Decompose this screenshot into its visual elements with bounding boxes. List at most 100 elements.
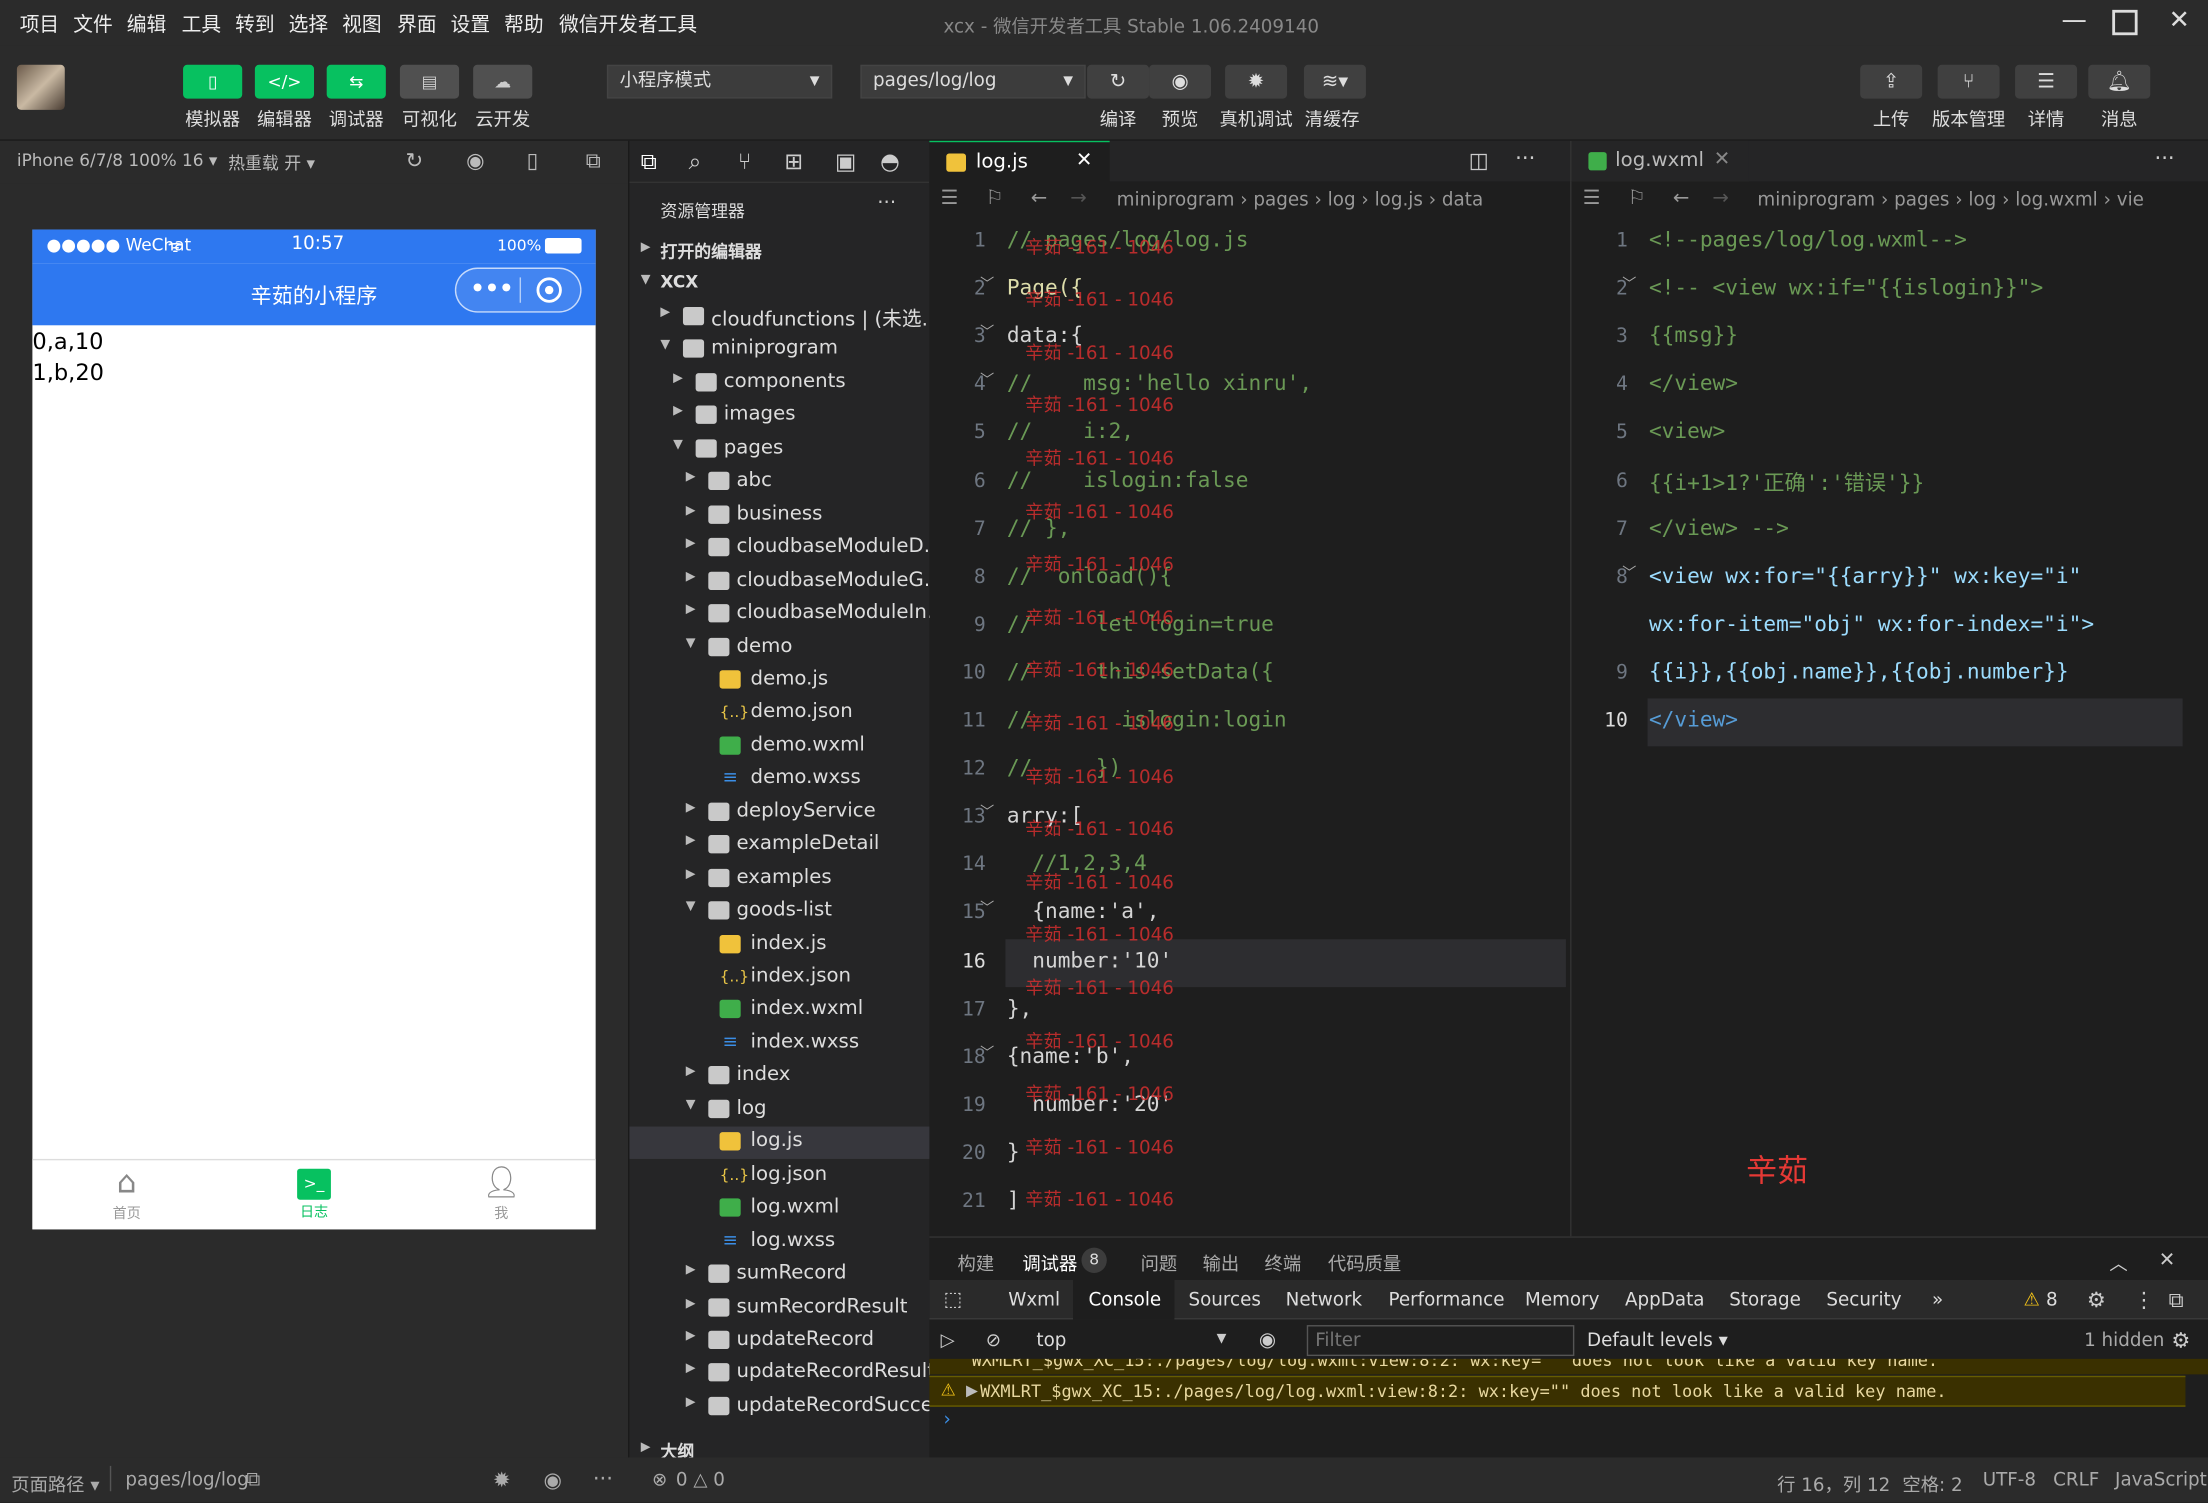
close-tab-icon[interactable]: ✕ bbox=[1714, 148, 1731, 171]
problems-icon[interactable]: ⊗ bbox=[652, 1470, 667, 1491]
phone-icon[interactable]: ▯ bbox=[527, 148, 539, 173]
language-mode[interactable]: JavaScript bbox=[2115, 1470, 2207, 1491]
encoding[interactable]: UTF-8 bbox=[1983, 1470, 2036, 1491]
avatar[interactable] bbox=[16, 64, 65, 110]
tree-item[interactable]: ▼ goods-list bbox=[629, 896, 930, 928]
console-prompt-icon[interactable]: › bbox=[943, 1410, 950, 1431]
tree-item[interactable]: ▼ pages bbox=[629, 433, 930, 465]
tree-item[interactable]: {..} index.json bbox=[629, 962, 930, 994]
sidebar-toggle-icon[interactable]: ▷ bbox=[941, 1331, 955, 1352]
open-editors-section[interactable]: ▶ 打开的编辑器 bbox=[629, 237, 930, 269]
tree-item[interactable]: ▶ updateRecordSuccess bbox=[629, 1391, 931, 1423]
tree-item[interactable]: ▶ examples bbox=[629, 863, 930, 895]
more-icon[interactable]: ••• bbox=[470, 275, 513, 302]
menu-interface[interactable]: 界面 bbox=[397, 10, 436, 38]
tree-item[interactable]: ▼ log bbox=[629, 1094, 930, 1126]
close-tab-icon[interactable]: ✕ bbox=[1076, 149, 1093, 172]
list-icon[interactable]: ☰ bbox=[1583, 187, 1601, 210]
tab-log-js[interactable]: log.js ✕ bbox=[929, 140, 1110, 184]
forward-icon[interactable]: → bbox=[1712, 187, 1729, 210]
menu-help[interactable]: 帮助 bbox=[504, 10, 543, 38]
devtab-storage[interactable]: Storage bbox=[1729, 1290, 1801, 1311]
tree-item[interactable]: ≡ demo.wxss bbox=[629, 764, 930, 796]
menu-view[interactable]: 视图 bbox=[342, 10, 381, 38]
more-icon[interactable]: ··· bbox=[1515, 145, 1535, 170]
tree-item[interactable]: ▶ components bbox=[629, 367, 930, 399]
close-miniprogram-icon[interactable] bbox=[536, 277, 562, 303]
close-panel-icon[interactable]: ✕ bbox=[2159, 1249, 2176, 1272]
bookmark-icon[interactable]: ⚐ bbox=[986, 187, 1004, 210]
device-select[interactable]: iPhone 6/7/8 100% 16 ▾ bbox=[17, 151, 217, 171]
line-ending[interactable]: CRLF bbox=[2053, 1470, 2099, 1491]
rotate-icon[interactable]: ↻ bbox=[406, 148, 424, 173]
details-button[interactable]: ☰ bbox=[2015, 64, 2078, 99]
clear-console-icon[interactable]: ⊘ bbox=[986, 1331, 1001, 1352]
remote-debug-button[interactable]: ✹ bbox=[1225, 64, 1288, 99]
breadcrumb-item[interactable]: log bbox=[1968, 190, 1996, 211]
tree-item[interactable]: ▶ cloudbaseModuleG... bbox=[629, 566, 931, 598]
tree-item[interactable]: log.wxml bbox=[629, 1193, 930, 1225]
cloud-dev-button[interactable]: ☁ bbox=[473, 64, 533, 99]
fold-icon[interactable]: ﹀ bbox=[980, 800, 994, 821]
list-icon[interactable]: ☰ bbox=[941, 187, 959, 210]
js-editor[interactable]: 1// pages/log/log.js 2 Page({﹀ 3 data:{﹀ 4// … bbox=[929, 221, 1571, 1237]
version-button[interactable]: ⑂ bbox=[1937, 64, 2000, 99]
tree-item[interactable]: ▶ images bbox=[629, 400, 930, 432]
breadcrumb-item[interactable]: vie bbox=[2117, 190, 2144, 211]
upload-button[interactable]: ⇪ bbox=[1860, 64, 1923, 99]
breadcrumb-item[interactable]: pages bbox=[1253, 190, 1308, 211]
menu-goto[interactable]: 转到 bbox=[235, 10, 274, 38]
editor-toggle-button[interactable]: </> bbox=[254, 64, 315, 99]
visual-toggle-button[interactable]: ▤ bbox=[399, 64, 460, 99]
fold-icon[interactable]: ﹀ bbox=[980, 272, 994, 293]
tree-item[interactable]: ▼ miniprogram bbox=[629, 334, 930, 366]
console-filter-input[interactable] bbox=[1306, 1325, 1575, 1357]
tree-item[interactable]: ▶ sumRecord bbox=[629, 1259, 930, 1291]
menu-wechat-devtools[interactable]: 微信开发者工具 bbox=[559, 10, 697, 38]
tab-output[interactable]: 输出 bbox=[1203, 1249, 1240, 1276]
breadcrumb-item[interactable]: miniprogram bbox=[1757, 190, 1875, 211]
back-icon[interactable]: ← bbox=[1031, 187, 1048, 210]
breadcrumb-item[interactable]: data bbox=[1442, 190, 1483, 211]
extensions-icon[interactable]: ⊞ bbox=[784, 148, 803, 175]
tab-debugger[interactable]: 调试器 bbox=[1022, 1249, 1077, 1276]
more-icon[interactable]: ··· bbox=[2154, 145, 2174, 170]
mode-select[interactable]: 小程序模式 ▼ bbox=[606, 64, 833, 99]
docker-icon[interactable]: ◓ bbox=[880, 148, 900, 175]
tree-item[interactable]: ▼ demo bbox=[629, 632, 930, 664]
clear-cache-button[interactable]: ≋▾ bbox=[1303, 64, 1366, 99]
tree-item[interactable]: ▶ abc bbox=[629, 466, 930, 498]
breadcrumb-item[interactable]: log.wxml bbox=[2015, 190, 2097, 211]
maximize-icon[interactable] bbox=[2112, 9, 2138, 36]
minimize-icon[interactable]: — bbox=[2062, 6, 2087, 36]
window-icon[interactable]: ⧉ bbox=[586, 148, 601, 173]
gear-icon[interactable]: ⚙ bbox=[2087, 1287, 2106, 1312]
menu-file[interactable]: 文件 bbox=[73, 10, 112, 38]
tree-item[interactable]: ▶ cloudbaseModuleD... bbox=[629, 532, 931, 564]
more-icon[interactable]: ··· bbox=[877, 192, 896, 215]
menu-project[interactable]: 项目 bbox=[20, 10, 59, 38]
copy-icon[interactable]: ⧉ bbox=[246, 1469, 260, 1492]
tab-terminal[interactable]: 终端 bbox=[1265, 1249, 1302, 1276]
menu-select[interactable]: 选择 bbox=[289, 10, 328, 38]
chevron-up-icon[interactable]: ︿ bbox=[2109, 1249, 2127, 1276]
devtab-network[interactable]: Network bbox=[1286, 1290, 1362, 1311]
tree-item[interactable]: ≡ index.wxss bbox=[629, 1028, 930, 1060]
tab-home[interactable]: ⌂ 首页 bbox=[84, 1166, 168, 1222]
devtab-appdata[interactable]: AppData bbox=[1625, 1290, 1704, 1311]
fold-icon[interactable]: ﹀ bbox=[980, 368, 994, 389]
devtab-security[interactable]: Security bbox=[1826, 1290, 1901, 1311]
tab-me[interactable]: 👤︎ 我 bbox=[459, 1166, 543, 1222]
devtab-memory[interactable]: Memory bbox=[1525, 1290, 1599, 1311]
tree-item[interactable]: index.js bbox=[629, 929, 930, 961]
tab-log[interactable]: >_ 日志 bbox=[272, 1166, 356, 1221]
tree-item[interactable]: ▶ cloudbaseModuleIn... bbox=[629, 599, 931, 631]
tree-item[interactable]: index.wxml bbox=[629, 995, 930, 1027]
git-icon[interactable]: ⑂ bbox=[738, 148, 752, 175]
inspect-icon[interactable]: ⬚ bbox=[943, 1288, 962, 1311]
eye-icon[interactable]: ◉ bbox=[544, 1467, 562, 1492]
page-select[interactable]: pages/log/log ▼ bbox=[860, 64, 1086, 99]
tree-item[interactable]: ▶ updateRecord bbox=[629, 1325, 930, 1357]
tree-item[interactable]: ▶ exampleDetail bbox=[629, 830, 930, 862]
tree-item[interactable]: ▶ business bbox=[629, 499, 930, 531]
